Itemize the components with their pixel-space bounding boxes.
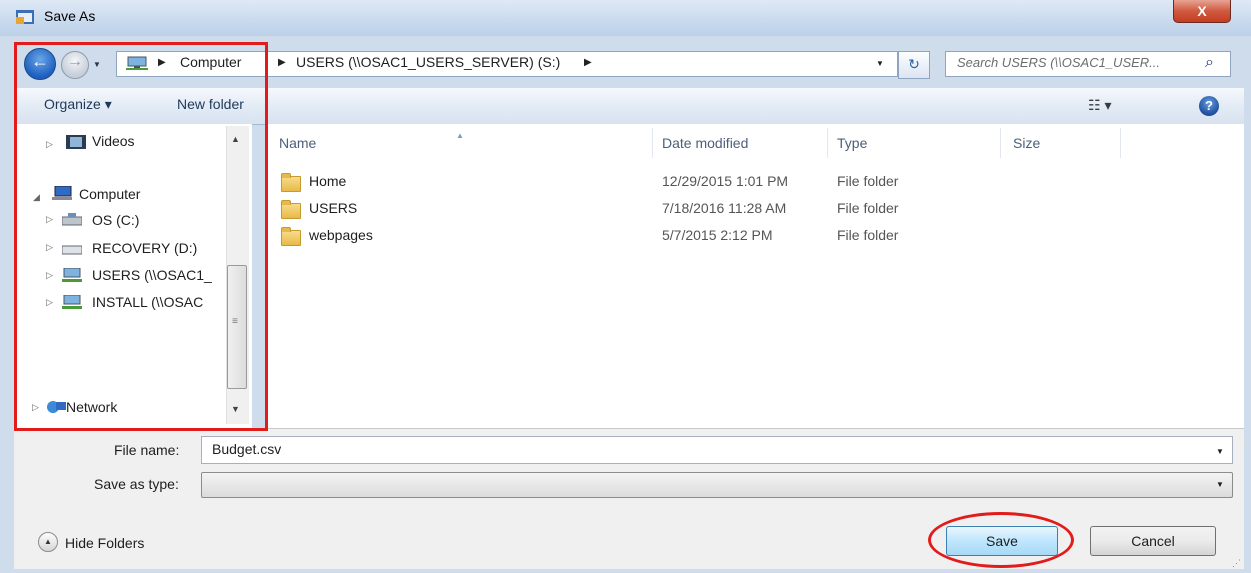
breadcrumb-separator-icon[interactable]: ▶ [584, 57, 592, 68]
save-as-type-label: Save as type: [94, 476, 179, 492]
nav-item-install-drive[interactable]: INSTALL (\\OSAC [92, 294, 224, 310]
nav-item-computer[interactable]: Computer [79, 186, 140, 202]
column-header-size[interactable]: Size [1013, 135, 1040, 151]
close-button[interactable]: X [1173, 0, 1231, 23]
cancel-button[interactable]: Cancel [1090, 526, 1216, 556]
file-row-date: 12/29/2015 1:01 PM [662, 173, 789, 189]
file-row-type: File folder [837, 173, 899, 189]
file-name-input[interactable] [201, 436, 1233, 464]
help-icon: ? [1205, 98, 1213, 113]
change-view-button[interactable]: ☷ ▾ [1088, 97, 1111, 114]
file-row-date: 5/7/2015 2:12 PM [662, 227, 773, 243]
expand-arrow-icon[interactable]: ▷ [32, 402, 39, 413]
network-drive-icon [126, 56, 148, 70]
column-divider[interactable] [1000, 128, 1001, 158]
expand-arrow-icon[interactable]: ▷ [46, 214, 53, 225]
new-folder-button[interactable]: New folder [177, 96, 244, 112]
title-bar [0, 0, 1251, 36]
breadcrumb-users-drive[interactable]: USERS (\\OSAC1_USERS_SERVER) (S:) [296, 54, 560, 70]
nav-item-users-drive[interactable]: USERS (\\OSAC1_ [92, 267, 224, 283]
network-drive-icon [62, 268, 82, 282]
search-placeholder: Search USERS (\\OSAC1_USER... [957, 55, 1161, 70]
column-divider[interactable] [1120, 128, 1121, 158]
recent-pages-dropdown-icon[interactable]: ▼ [93, 60, 101, 69]
computer-icon [52, 186, 72, 200]
expand-arrow-icon[interactable]: ▷ [46, 270, 53, 281]
save-as-type-select[interactable] [201, 472, 1233, 498]
forward-arrow-icon: → [67, 53, 83, 70]
video-icon [66, 135, 86, 149]
nav-item-os-drive[interactable]: OS (C:) [92, 212, 139, 228]
scrollbar-thumb[interactable] [227, 265, 247, 389]
forward-button[interactable]: → [61, 51, 89, 79]
breadcrumb-computer[interactable]: Computer [180, 54, 241, 70]
refresh-button[interactable]: ↻ [898, 51, 930, 79]
file-name-value[interactable]: Budget.csv [212, 441, 281, 457]
column-divider[interactable] [827, 128, 828, 158]
collapse-up-icon: ▲ [44, 537, 52, 546]
file-row-type: File folder [837, 227, 899, 243]
window-title: Save As [44, 8, 96, 24]
file-row-name[interactable]: webpages [309, 227, 373, 243]
file-row-type: File folder [837, 200, 899, 216]
address-dropdown-icon[interactable]: ▼ [876, 59, 884, 68]
expand-arrow-icon[interactable]: ▷ [46, 242, 53, 253]
drive-icon [62, 213, 82, 226]
file-row-name[interactable]: Home [309, 173, 346, 189]
save-as-type-dropdown-icon[interactable]: ▼ [1216, 480, 1224, 489]
scroll-down-icon[interactable]: ▼ [231, 404, 240, 414]
drive-icon [62, 245, 82, 255]
file-list [268, 124, 1244, 428]
breadcrumb-separator-icon[interactable]: ▶ [278, 57, 286, 68]
file-row-name[interactable]: USERS [309, 200, 357, 216]
save-dialog-icon [16, 10, 34, 24]
folder-icon [281, 173, 301, 192]
hide-folders-label[interactable]: Hide Folders [65, 535, 144, 551]
sort-ascending-icon: ▲ [456, 131, 464, 140]
organize-button[interactable]: Organize ▾ [44, 96, 112, 113]
folder-icon [281, 200, 301, 219]
column-divider[interactable] [652, 128, 653, 158]
view-options-icon: ☷ ▾ [1088, 97, 1112, 113]
search-icon[interactable]: ⌕ [1205, 54, 1214, 72]
scroll-grip-icon: ≡ [232, 316, 238, 327]
help-button[interactable]: ? [1199, 96, 1219, 116]
column-header-date-modified[interactable]: Date modified [662, 135, 748, 151]
hide-folders-button[interactable]: ▲ [38, 532, 58, 552]
network-drive-icon [62, 295, 82, 309]
expand-arrow-icon[interactable]: ▷ [46, 297, 53, 308]
file-name-dropdown-icon[interactable]: ▼ [1216, 447, 1224, 456]
network-icon [47, 401, 66, 413]
nav-item-network[interactable]: Network [66, 399, 117, 415]
file-row-date: 7/18/2016 11:28 AM [662, 200, 787, 216]
expand-arrow-icon[interactable]: ▷ [46, 139, 53, 150]
nav-item-videos[interactable]: Videos [92, 133, 135, 149]
column-header-type[interactable]: Type [837, 135, 867, 151]
back-button[interactable]: ← [24, 48, 56, 80]
save-button[interactable]: Save [946, 526, 1058, 556]
refresh-icon: ↻ [908, 56, 920, 72]
collapse-arrow-icon[interactable]: ◢ [33, 192, 40, 203]
back-arrow-icon: ← [31, 51, 49, 71]
nav-item-recovery-drive[interactable]: RECOVERY (D:) [92, 240, 197, 256]
column-header-name[interactable]: Name [279, 135, 316, 151]
scroll-up-icon[interactable]: ▲ [231, 134, 240, 144]
folder-icon [281, 227, 301, 246]
breadcrumb-separator-icon[interactable]: ▶ [158, 57, 166, 68]
resize-grip-icon[interactable]: ⋰ [1232, 558, 1241, 569]
file-name-label: File name: [114, 442, 180, 458]
